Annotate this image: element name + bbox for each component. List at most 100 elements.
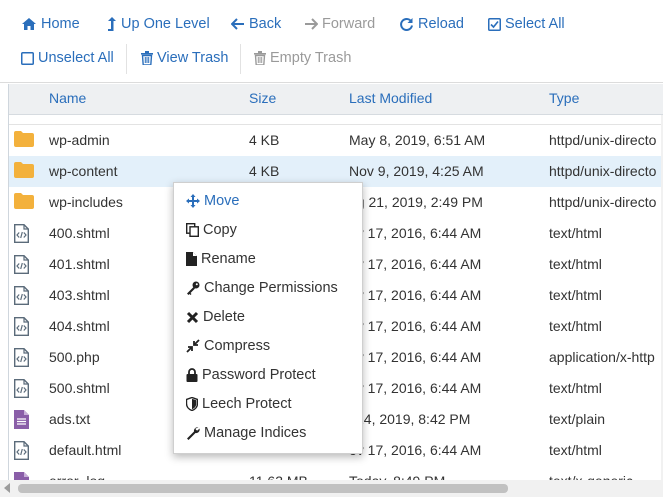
table-row-partial (9, 115, 663, 125)
context-menu-label: Password Protect (202, 367, 316, 383)
file-modified: Nov 9, 2019, 4:25 AM (349, 163, 484, 179)
code-file-icon (14, 441, 29, 463)
column-header-name[interactable]: Name (49, 90, 86, 106)
copy-icon (186, 223, 199, 237)
file-modified: ov 17, 2016, 6:44 AM (349, 318, 482, 334)
context-menu-change-permissions[interactable]: Change Permissions (186, 277, 338, 299)
home-label: Home (41, 16, 80, 32)
view-trash-button[interactable]: View Trash (141, 48, 228, 68)
context-menu-password-protect[interactable]: Password Protect (186, 364, 316, 386)
context-menu-label: Compress (204, 338, 271, 354)
horizontal-scrollbar-thumb[interactable] (18, 484, 508, 493)
file-name: 401.shtml (49, 256, 110, 272)
trash-icon (254, 51, 266, 65)
up-one-level-button[interactable]: Up One Level (107, 14, 210, 34)
context-menu-label: Copy (203, 222, 237, 238)
file-type: text/html (549, 318, 602, 334)
level-up-icon (108, 17, 116, 31)
folder-icon (14, 162, 34, 181)
empty-trash-button[interactable]: Empty Trash (254, 48, 351, 68)
reload-button[interactable]: Reload (399, 14, 464, 34)
file-type: application/x-http (549, 349, 655, 365)
context-menu-label: Delete (203, 309, 245, 325)
back-button[interactable]: Back (231, 14, 281, 34)
context-menu-move[interactable]: Move (186, 190, 239, 212)
file-name: 403.shtml (49, 287, 110, 303)
file-name: 500.php (49, 349, 100, 365)
context-menu-rename[interactable]: Rename (186, 248, 256, 270)
file-size: 4 KB (249, 132, 280, 148)
arrow-right-icon (305, 18, 318, 30)
file-modified: l 24, 2019, 8:42 PM (349, 411, 471, 427)
context-menu-label: Move (204, 193, 240, 209)
file-name: wp-admin (49, 132, 110, 148)
file-name: ads.txt (49, 411, 91, 427)
file-name: 400.shtml (49, 225, 110, 241)
file-type: text/html (549, 442, 602, 458)
context-menu-compress[interactable]: Compress (186, 335, 270, 357)
column-header-last-modified[interactable]: Last Modified (349, 90, 432, 106)
context-menu-label: Rename (201, 251, 256, 267)
unselect-all-button[interactable]: Unselect All (21, 48, 114, 68)
code-file-icon (14, 286, 29, 308)
wrench-icon (187, 427, 200, 440)
forward-button[interactable]: Forward (304, 14, 375, 34)
select-all-button[interactable]: Select All (488, 14, 565, 34)
file-modified: ov 17, 2016, 6:44 AM (349, 349, 482, 365)
context-menu-leech-protect[interactable]: Leech Protect (186, 393, 291, 415)
compress-icon (186, 339, 200, 353)
context-menu-manage-indices[interactable]: Manage Indices (186, 422, 306, 444)
file-name: 500.shtml (49, 380, 110, 396)
file-type: text/html (549, 380, 602, 396)
folder-icon (14, 193, 34, 212)
file-type: text/html (549, 287, 602, 303)
shield-icon (186, 397, 198, 411)
arrow-left-icon (231, 18, 244, 30)
column-header-type[interactable]: Type (549, 90, 579, 106)
file-modified: ov 17, 2016, 6:44 AM (349, 287, 482, 303)
home-button[interactable]: Home (21, 14, 80, 34)
context-menu: Move Copy Rename Change Permissions Dele… (173, 182, 363, 454)
code-file-icon (14, 379, 29, 401)
home-icon (22, 18, 36, 30)
file-type: httpd/unix-directo (549, 132, 657, 148)
file-name: wp-content (49, 163, 118, 179)
file-name: 404.shtml (49, 318, 110, 334)
select-all-label: Select All (505, 16, 565, 32)
column-header-size[interactable]: Size (249, 90, 276, 106)
code-file-icon (14, 317, 29, 339)
empty-trash-label: Empty Trash (270, 50, 352, 66)
table-row[interactable]: wp-admin 4 KB May 8, 2019, 6:51 AM httpd/un… (9, 125, 663, 157)
reload-icon (400, 17, 413, 31)
file-icon (186, 252, 197, 266)
file-size: 4 KB (249, 163, 280, 179)
context-menu-copy[interactable]: Copy (186, 219, 237, 241)
context-menu-label: Manage Indices (204, 425, 307, 441)
toolbar-divider (126, 44, 127, 74)
file-modified: ug 21, 2019, 2:49 PM (349, 194, 483, 210)
up-one-level-label: Up One Level (121, 16, 210, 32)
move-icon (186, 194, 200, 208)
file-type: text/html (549, 225, 602, 241)
close-icon (186, 311, 199, 323)
code-file-icon (14, 348, 29, 370)
file-type: text/html (549, 256, 602, 272)
forward-label: Forward (322, 16, 376, 32)
trash-icon (141, 51, 153, 65)
lock-icon (186, 368, 198, 382)
file-name: default.html (49, 442, 122, 458)
horizontal-scrollbar[interactable] (0, 480, 663, 497)
file-type: text/plain (549, 411, 606, 427)
file-modified: ov 17, 2016, 6:44 AM (349, 380, 482, 396)
back-label: Back (249, 16, 282, 32)
reload-label: Reload (418, 16, 464, 32)
toolbar-divider (240, 44, 241, 74)
code-file-icon (14, 224, 29, 246)
file-modified: ov 17, 2016, 6:44 AM (349, 256, 482, 272)
folder-icon (14, 131, 34, 150)
context-menu-delete[interactable]: Delete (186, 306, 245, 328)
text-file-icon (14, 410, 29, 432)
file-type: httpd/unix-directo (549, 194, 657, 210)
code-file-icon (14, 255, 29, 277)
scroll-left-icon[interactable] (4, 483, 10, 493)
